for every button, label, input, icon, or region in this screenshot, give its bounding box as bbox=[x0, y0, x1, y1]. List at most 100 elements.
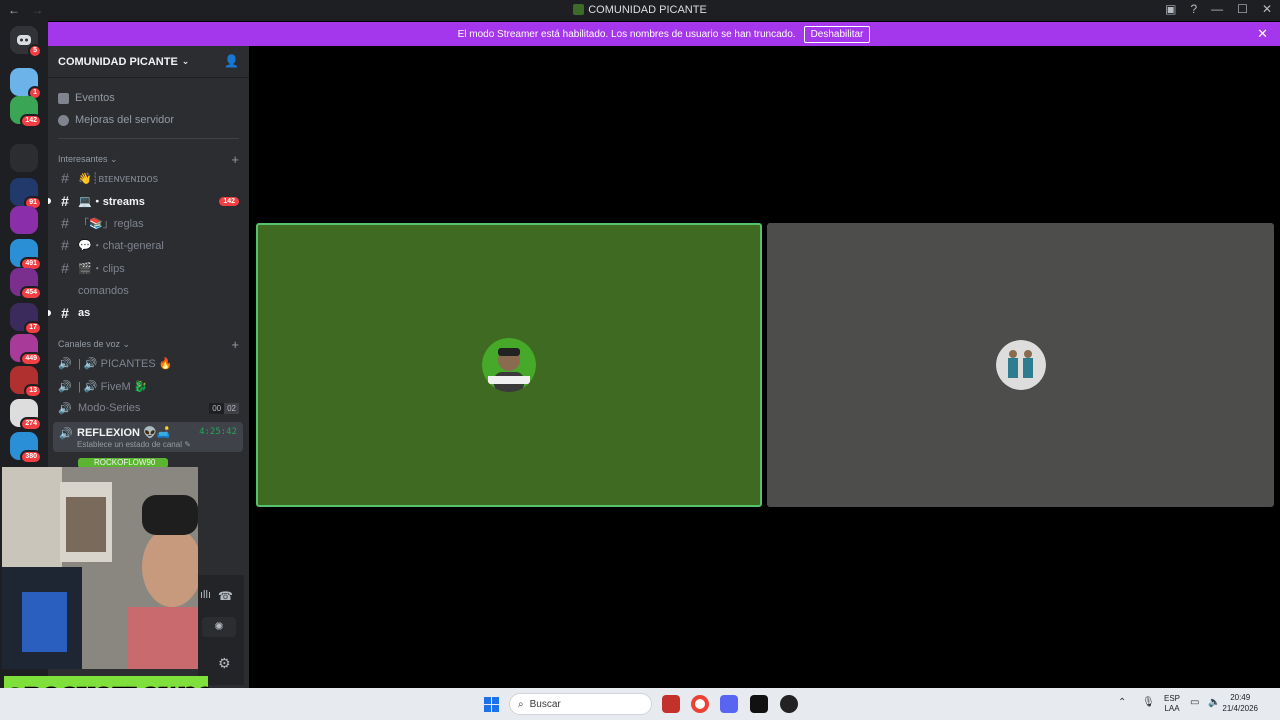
invite-icon[interactable]: 👤 bbox=[224, 54, 239, 68]
divider bbox=[58, 138, 239, 139]
channel-name: 「📚」reglas bbox=[78, 218, 144, 230]
unread-indicator bbox=[48, 310, 51, 316]
category-text[interactable]: Interesantes ⌄ + bbox=[58, 152, 239, 167]
app-icon-epic[interactable] bbox=[750, 695, 768, 713]
category-voice[interactable]: Canales de voz ⌄ + bbox=[58, 337, 239, 352]
events-item[interactable]: Eventos bbox=[58, 92, 115, 104]
app-icon-streaming[interactable] bbox=[662, 695, 680, 713]
server-badge: 454 bbox=[20, 286, 42, 300]
boosts-item[interactable]: Mejoras del servidor bbox=[58, 114, 174, 126]
channel-name: 💬・chat-general bbox=[78, 240, 164, 252]
close-banner-icon[interactable]: ✕ bbox=[1257, 26, 1268, 42]
call-stage bbox=[249, 46, 1280, 688]
chevron-up-icon[interactable]: ⌃ bbox=[1118, 697, 1126, 708]
user-limit-badge: 00 02 bbox=[209, 402, 239, 414]
unread-indicator bbox=[48, 198, 51, 204]
network-icon[interactable]: ▭ bbox=[1190, 697, 1199, 708]
server-badge: 380 bbox=[20, 450, 42, 464]
video-tile-active[interactable] bbox=[256, 223, 762, 507]
server-icon bbox=[573, 4, 585, 15]
hash-icon: # bbox=[61, 305, 69, 321]
user-limit: 02 bbox=[224, 402, 239, 414]
hash-icon: # bbox=[61, 170, 69, 186]
activity-button[interactable]: ✺ bbox=[202, 617, 236, 637]
channel-name: 💻・streams bbox=[78, 196, 145, 208]
speaker-icon: 🔊 bbox=[58, 380, 72, 393]
webcam-overlay bbox=[2, 467, 198, 669]
minimize-button[interactable]: — bbox=[1211, 2, 1223, 16]
obs-icon[interactable] bbox=[780, 695, 798, 713]
hash-icon: # bbox=[61, 237, 69, 253]
disable-streamer-button[interactable]: Deshabilitar bbox=[803, 25, 871, 43]
language-indicator[interactable]: ESP LAA bbox=[1164, 694, 1180, 714]
server-header[interactable]: COMUNIDAD PICANTE ⌄ 👤 bbox=[48, 46, 249, 78]
streamer-message: El modo Streamer está habilitado. Los no… bbox=[457, 28, 796, 40]
voice-channel-item[interactable]: 🔊 | 🔊 PICANTES 🔥 bbox=[58, 353, 243, 373]
voice-user-name: ROCKOFLOW90 bbox=[94, 458, 156, 467]
channel-item[interactable]: # 💬・chat-general bbox=[58, 235, 243, 255]
add-channel-icon[interactable]: + bbox=[231, 152, 239, 167]
channel-status-prompt[interactable]: Establece un estado de canal ✎ bbox=[77, 440, 191, 449]
server-icon[interactable]: 142 bbox=[10, 96, 42, 128]
start-icon[interactable] bbox=[484, 697, 499, 712]
gear-icon[interactable]: ⚙ bbox=[218, 655, 231, 672]
channel-item[interactable]: # 「📚」reglas bbox=[58, 213, 243, 233]
server-icon[interactable]: 380 bbox=[10, 432, 42, 464]
hash-icon: # bbox=[61, 193, 69, 209]
taskbar-search[interactable]: ⌕ Buscar bbox=[509, 693, 652, 715]
soundboard-icon[interactable]: ıllı bbox=[200, 589, 211, 601]
voice-channel-item[interactable]: 🔊 | 🔊 FiveM 🐉 bbox=[58, 376, 243, 396]
speaker-icon: 🔊 bbox=[59, 428, 73, 440]
system-tray: ⌃ bbox=[1118, 697, 1126, 708]
video-tile[interactable] bbox=[767, 223, 1274, 507]
maximize-button[interactable]: ☐ bbox=[1237, 2, 1248, 16]
channel-item[interactable]: # 👋┊ʙɪᴇɴᴠᴇɴɪᴅᴏs bbox=[58, 168, 243, 188]
search-placeholder: Buscar bbox=[529, 698, 561, 710]
home-button[interactable]: 5 bbox=[10, 26, 42, 58]
speaker-icon: 🔊 bbox=[58, 402, 72, 415]
active-channel-name: REFLEXION 👽🛋️ bbox=[77, 427, 171, 439]
channel-name: as bbox=[78, 307, 91, 319]
server-icon[interactable]: 454 bbox=[10, 268, 42, 300]
hash-icon: # bbox=[61, 215, 69, 231]
server-badge: 13 bbox=[24, 384, 42, 398]
speaker-icon: 🔊 bbox=[58, 357, 72, 370]
server-badge: 274 bbox=[20, 417, 42, 431]
channel-item[interactable]: # as bbox=[48, 303, 243, 323]
server-icon[interactable]: 13 bbox=[10, 366, 42, 398]
server-icon[interactable]: 91 bbox=[10, 178, 42, 210]
channel-name: 👋┊ʙɪᴇɴᴠᴇɴɪᴅᴏs bbox=[78, 172, 159, 185]
server-icon[interactable]: 449 bbox=[10, 334, 42, 366]
hash-icon: # bbox=[61, 260, 69, 276]
inbox-icon[interactable]: ▣ bbox=[1165, 2, 1176, 16]
server-icon[interactable] bbox=[10, 144, 38, 172]
help-icon[interactable]: ? bbox=[1190, 2, 1197, 16]
discord-taskbar-icon[interactable] bbox=[720, 695, 738, 713]
server-badge: 17 bbox=[24, 321, 42, 335]
server-icon[interactable]: 274 bbox=[10, 399, 42, 431]
close-window-button[interactable]: ✕ bbox=[1262, 2, 1272, 16]
chevron-down-icon: ⌄ bbox=[181, 56, 190, 66]
events-label: Eventos bbox=[75, 92, 115, 104]
add-voice-channel-icon[interactable]: + bbox=[231, 337, 239, 352]
disconnect-icon[interactable]: ☎ bbox=[218, 589, 233, 603]
voice-channel-name: | 🔊 FiveM 🐉 bbox=[78, 380, 148, 393]
window-title: COMUNIDAD PICANTE bbox=[0, 4, 1280, 16]
server-icon[interactable]: 17 bbox=[10, 303, 42, 335]
voice-channel-name: Modo-Series bbox=[78, 402, 141, 414]
volume-icon[interactable]: 🔈 bbox=[1208, 697, 1220, 708]
voice-channel-item[interactable]: 🔊 Modo-Series 00 02 bbox=[58, 398, 243, 418]
user-controls-panel: ıllı ☎ ✺ ⚙ bbox=[198, 575, 244, 685]
server-icon[interactable]: 1 bbox=[10, 68, 42, 100]
channel-item[interactable]: comandos bbox=[58, 281, 243, 301]
server-icon[interactable]: 491 bbox=[10, 239, 42, 271]
server-icon[interactable] bbox=[10, 206, 38, 234]
clock[interactable]: 20:49 21/4/2026 bbox=[1222, 692, 1258, 714]
active-voice-channel[interactable]: 🔊 REFLEXION 👽🛋️ Establece un estado de c… bbox=[53, 422, 243, 452]
voice-channel-name: | 🔊 PICANTES 🔥 bbox=[78, 357, 173, 370]
chrome-icon[interactable] bbox=[691, 695, 709, 713]
channel-item[interactable]: # 🎬・clips bbox=[58, 258, 243, 278]
mention-count-badge: 142 bbox=[219, 196, 239, 206]
mic-icon[interactable]: 🎙 bbox=[1142, 697, 1155, 708]
channel-item[interactable]: # 💻・streams 142 bbox=[48, 191, 243, 211]
